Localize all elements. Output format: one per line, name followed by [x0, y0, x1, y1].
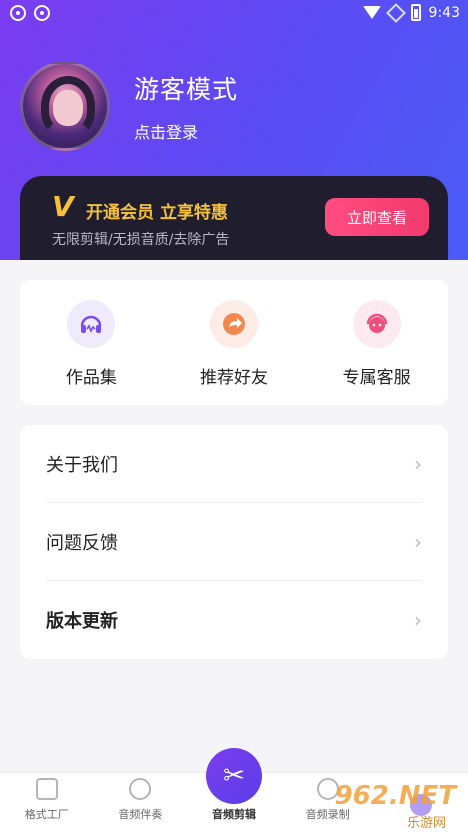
customer-service-icon — [352, 300, 401, 348]
watermark-subtitle: 乐游网 — [406, 816, 446, 831]
chevron-right-icon: › — [414, 529, 422, 554]
feature-support[interactable]: 专属客服 — [305, 280, 448, 405]
wifi-icon — [362, 6, 381, 19]
view-now-button[interactable]: 立即查看 — [325, 198, 429, 236]
menu-label: 版本更新 — [46, 611, 118, 632]
chevron-right-icon: › — [414, 451, 422, 476]
menu-item-update[interactable]: 版本更新 › — [46, 581, 422, 659]
settings-menu: 关于我们 › 问题反馈 › 版本更新 › — [20, 425, 448, 659]
tab-accompaniment[interactable]: 音频伴奏 — [94, 773, 188, 832]
status-bar: 9:43 — [0, 0, 468, 26]
login-link[interactable]: 点击登录 — [134, 119, 198, 143]
menu-label: 关于我们 — [46, 454, 118, 476]
menu-item-feedback[interactable]: 问题反馈 › — [46, 503, 422, 581]
notification-icon — [34, 5, 50, 21]
share-arrow-icon — [210, 300, 258, 348]
avatar[interactable] — [20, 61, 110, 151]
chevron-right-icon: › — [414, 608, 422, 632]
profile-title: 游客模式 — [134, 75, 239, 104]
menu-label: 问题反馈 — [46, 532, 118, 554]
vip-subtitle: 无限剪辑/无损音质/去除广告 — [52, 232, 230, 248]
vip-title: 开通会员 立享特惠 — [86, 203, 228, 223]
feature-card: 作品集 推荐好友 专属客服 — [20, 280, 448, 405]
no-signal-icon — [385, 2, 406, 23]
tab-format-factory[interactable]: 格式工厂 — [0, 773, 94, 832]
paint-roller-icon — [35, 778, 58, 800]
vip-badge-icon: V — [52, 190, 74, 223]
feature-label: 作品集 — [65, 368, 117, 388]
menu-item-about[interactable]: 关于我们 › — [46, 425, 422, 503]
feature-portfolio[interactable]: 作品集 — [20, 280, 163, 405]
tab-label: 音频伴奏 — [118, 808, 163, 821]
vip-banner[interactable]: V 开通会员 立享特惠 无限剪辑/无损音质/去除广告 立即查看 — [20, 176, 448, 266]
disc-icon — [129, 778, 152, 800]
battery-icon — [410, 4, 421, 21]
feature-label: 专属客服 — [342, 368, 411, 388]
tab-label: 音频剪辑 — [211, 808, 256, 821]
feature-label: 推荐好友 — [200, 368, 268, 388]
scissors-icon[interactable]: ✂ — [206, 748, 262, 804]
tab-label: 格式工厂 — [24, 808, 69, 821]
clock: 9:43 — [428, 4, 460, 21]
notification-icon — [10, 5, 26, 21]
headphones-icon — [67, 300, 116, 348]
watermark-logo: 962.NET — [334, 781, 456, 811]
feature-recommend[interactable]: 推荐好友 — [163, 280, 306, 405]
